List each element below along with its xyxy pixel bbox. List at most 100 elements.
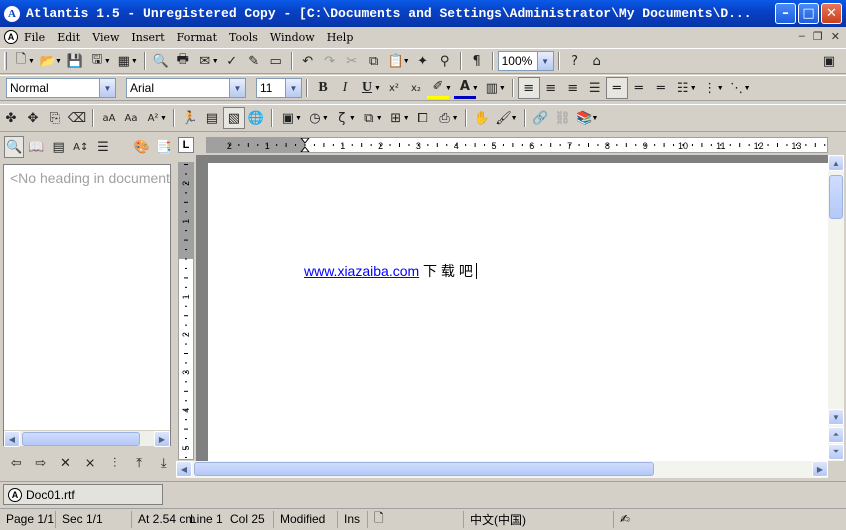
heading-list[interactable]: <No heading in document> ◀ ▶ <box>3 164 171 447</box>
bold-button[interactable]: B <box>312 77 334 99</box>
menu-window[interactable]: Window <box>264 31 321 44</box>
format-painter-icon[interactable]: ✦ <box>412 50 434 72</box>
map-back-icon[interactable]: ⇦ <box>6 452 27 474</box>
mdi-minimize-icon[interactable]: – <box>799 30 805 43</box>
help-icon[interactable]: ? <box>564 50 586 72</box>
map-library-icon[interactable]: 📑 <box>154 136 174 158</box>
print-icon[interactable]: 🖶 <box>172 50 194 72</box>
map-outline-icon[interactable]: ☰ <box>93 136 113 158</box>
outline-dropdown-icon[interactable]: ▼ <box>744 85 751 92</box>
ebook-dropdown-icon[interactable]: ▼ <box>592 115 599 122</box>
hyperlink-text[interactable]: www.xiazaiba.com <box>304 263 419 279</box>
italic-button[interactable]: I <box>334 77 356 99</box>
menu-insert[interactable]: Insert <box>125 31 170 44</box>
previous-page-icon[interactable]: ⏶ <box>828 427 844 443</box>
menu-edit[interactable]: Edit <box>51 31 86 44</box>
highlight-dropdown-icon[interactable]: ▼ <box>445 85 452 92</box>
tab-doc01[interactable]: A Doc01.rtf <box>3 484 163 505</box>
subscript-icon[interactable]: x₂ <box>405 77 427 99</box>
font-color-dropdown-icon[interactable]: ▼ <box>472 85 479 92</box>
font-select[interactable]: Arial ▼ <box>126 78 246 98</box>
font-size-down-icon[interactable]: Aa <box>120 107 142 129</box>
mdi-restore-icon[interactable]: ❐ <box>813 30 823 43</box>
status-spellcheck-icon[interactable]: ✍ <box>614 511 654 528</box>
horizontal-scroll-thumb[interactable] <box>194 462 654 476</box>
envelope-icon[interactable]: ▭ <box>265 50 287 72</box>
show-formatting-icon[interactable]: ¶ <box>466 50 488 72</box>
new-dropdown-icon[interactable]: ▼ <box>28 58 35 65</box>
align-right-icon[interactable]: ≡ <box>562 77 584 99</box>
vertical-ruler[interactable]: 2 1 1 2 3 4 5 <box>178 162 194 460</box>
app-logo-icon[interactable]: A <box>4 5 20 22</box>
brush-dropdown-icon[interactable]: ▼ <box>511 115 518 122</box>
unlink-icon[interactable]: ⛓ <box>552 107 574 129</box>
toolbar-options-icon[interactable]: ▣ <box>818 50 840 72</box>
map-remove-icon[interactable]: ✕ <box>55 452 76 474</box>
paste-format-icon[interactable]: ⎘ <box>44 107 66 129</box>
font-dropdown-icon[interactable]: ▼ <box>229 79 245 97</box>
line-spacing-single-icon[interactable]: ═ <box>605 77 628 99</box>
open-dropdown-icon[interactable]: ▼ <box>55 58 62 65</box>
document-map-icon[interactable]: ▧ <box>222 107 245 129</box>
justify-icon[interactable]: ☰ <box>584 77 606 99</box>
page-layout-icon[interactable]: ▤ <box>201 107 223 129</box>
save-dropdown-icon[interactable]: ▼ <box>104 58 111 65</box>
vertical-scroll-thumb[interactable] <box>829 175 843 219</box>
style-organizer-icon[interactable]: ✥ <box>22 107 44 129</box>
maximize-button[interactable]: □ <box>798 3 819 24</box>
next-page-icon[interactable]: ⏷ <box>828 444 844 460</box>
document-page[interactable]: www.xiazaiba.com 下 载 吧 <box>208 163 828 461</box>
map-list-icon[interactable]: ▤ <box>49 136 69 158</box>
redo-icon[interactable]: ↷ <box>319 50 341 72</box>
menu-file[interactable]: File <box>18 31 51 44</box>
status-language[interactable]: 中文(中国) <box>464 510 614 528</box>
symbol-dropdown-icon[interactable]: ▼ <box>349 115 356 122</box>
font-size-up-icon[interactable]: aA <box>98 107 120 129</box>
menu-help[interactable]: Help <box>321 31 360 44</box>
map-format-icon[interactable]: A↕ <box>71 136 91 158</box>
map-palette-icon[interactable]: 🎨 <box>132 136 152 158</box>
map-forward-icon[interactable]: ⇨ <box>31 452 52 474</box>
style-select[interactable]: Normal ▼ <box>6 78 116 98</box>
undo-icon[interactable]: ↶ <box>297 50 319 72</box>
map-move-down-icon[interactable]: ⤓ <box>153 452 174 474</box>
map-horizontal-scrollbar[interactable]: ◀ ▶ <box>4 430 170 447</box>
copy-icon[interactable]: ⧉ <box>363 50 385 72</box>
superscript-icon[interactable]: x² <box>383 77 405 99</box>
print-preview-icon[interactable]: 🔍 <box>150 50 172 72</box>
clear-format-icon[interactable]: ⌫ <box>66 107 88 129</box>
field-dropdown-icon[interactable]: ▼ <box>295 115 302 122</box>
close-button[interactable]: ✕ <box>821 3 842 24</box>
hyperlink-icon[interactable]: 🔗 <box>530 107 552 129</box>
vertical-scrollbar[interactable]: ▲ ▼ ⏶ ⏷ <box>828 155 844 461</box>
cut-icon[interactable]: ✂ <box>341 50 363 72</box>
map-collapse-icon[interactable]: ⫶ <box>104 452 125 474</box>
map-book-icon[interactable]: 📖 <box>26 136 46 158</box>
paste-dropdown-icon[interactable]: ▼ <box>403 58 410 65</box>
insert-frame-icon[interactable]: ⧠ <box>412 107 434 129</box>
line-spacing-onehalf-icon[interactable]: ═ <box>628 77 650 99</box>
line-spacing-double-icon[interactable]: ═ <box>650 77 672 99</box>
document-menu-icon[interactable]: A <box>4 30 18 44</box>
horizontal-scrollbar[interactable]: ◀ ▶ <box>176 461 828 478</box>
object-dropdown-icon[interactable]: ▼ <box>376 115 383 122</box>
map-search-icon[interactable]: 🔍 <box>4 136 25 158</box>
case-dropdown-icon[interactable]: ▼ <box>160 115 167 122</box>
find-binoculars-icon[interactable]: ⚲ <box>434 50 456 72</box>
globe-icon[interactable]: 🌐 <box>245 107 267 129</box>
home-icon[interactable]: ⌂ <box>586 50 608 72</box>
font-size-dropdown-icon[interactable]: ▼ <box>285 79 301 97</box>
save-icon[interactable]: 💾 <box>64 50 86 72</box>
numbering-dropdown-icon[interactable]: ▼ <box>717 85 724 92</box>
minimize-button[interactable]: – <box>775 3 796 24</box>
columns-dropdown-icon[interactable]: ▼ <box>499 85 506 92</box>
tab-stop-selector[interactable]: L <box>178 137 194 153</box>
scroll-right-icon[interactable]: ▶ <box>154 431 170 447</box>
zoom-dropdown-icon[interactable]: ▼ <box>536 52 553 70</box>
menu-view[interactable]: View <box>86 31 125 44</box>
styles-icon[interactable]: ✤ <box>0 107 22 129</box>
hscroll-right-icon[interactable]: ▶ <box>812 461 828 477</box>
map-scroll-thumb[interactable] <box>22 432 140 446</box>
align-center-icon[interactable]: ≡ <box>540 77 562 99</box>
hscroll-left-icon[interactable]: ◀ <box>176 461 192 477</box>
